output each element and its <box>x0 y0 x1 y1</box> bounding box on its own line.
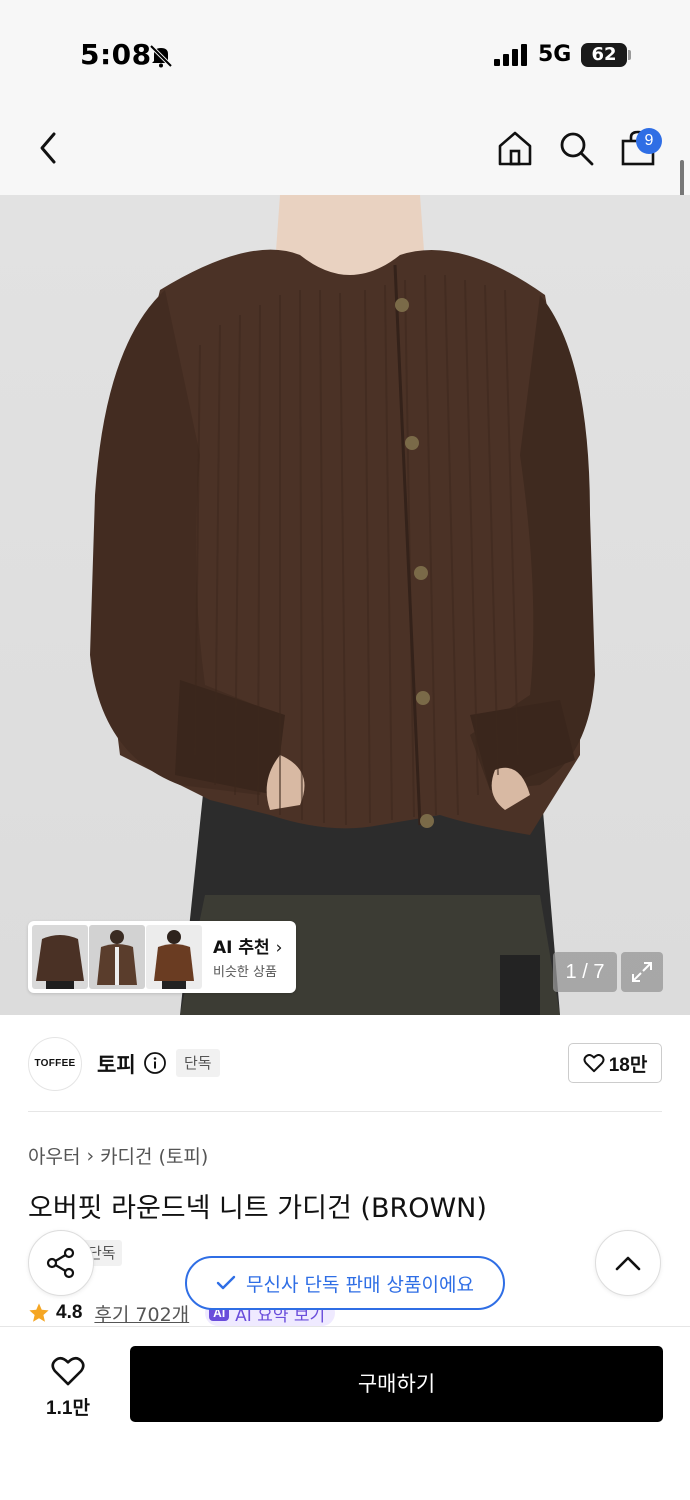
battery-cap <box>628 50 631 60</box>
chevron-up-icon <box>615 1256 641 1271</box>
similar-product-thumb[interactable] <box>32 925 88 989</box>
brand-row: TOFFEE 토피 단독 18만 <box>0 1015 690 1112</box>
exclusive-toast: 무신사 단독 판매 상품이에요 <box>185 1256 505 1310</box>
share-icon <box>46 1247 75 1279</box>
battery-level: 62 <box>591 44 617 65</box>
reviews-link[interactable]: 후기 702개 <box>94 1300 189 1326</box>
ai-reco-title: AI 추천 › <box>213 938 283 958</box>
exclusive-tag: 단독 <box>176 1049 220 1077</box>
breadcrumb-item[interactable]: 카디건 (토피) <box>100 1142 208 1169</box>
product-image-gallery[interactable]: 1 / 7 <box>0 195 690 1015</box>
brand-like-count: 18만 <box>608 1054 648 1076</box>
ai-reco-subtitle: 비슷한 상품 <box>213 965 277 980</box>
product-title: 오버핏 라운드넥 니트 가디건 (BROWN) <box>28 1193 487 1224</box>
home-button[interactable] <box>495 128 535 168</box>
cart-count-badge: 9 <box>636 128 662 154</box>
expand-image-button[interactable] <box>621 952 663 992</box>
toast-message: 무신사 단독 판매 상품이에요 <box>246 1273 474 1296</box>
network-type: 5G <box>538 42 572 67</box>
search-button[interactable] <box>556 128 596 168</box>
chevron-left-icon <box>40 132 56 164</box>
bell-slash-icon <box>149 44 173 68</box>
top-nav <box>0 100 690 195</box>
wishlist-button[interactable]: 1.1만 <box>30 1349 106 1425</box>
share-button[interactable] <box>28 1230 94 1296</box>
status-bar: 5:08 5G 62 <box>0 0 690 100</box>
scroll-top-button[interactable] <box>595 1230 661 1296</box>
chevron-right-icon: › <box>275 938 283 958</box>
search-icon <box>560 132 594 166</box>
image-page-indicator: 1 / 7 <box>553 952 617 992</box>
rating-value: 4.8 <box>56 1302 83 1323</box>
info-icon[interactable] <box>143 1051 167 1075</box>
chevron-right-icon: › <box>86 1144 95 1167</box>
product-photo <box>90 195 595 1015</box>
expand-icon <box>632 962 652 982</box>
back-button[interactable] <box>28 128 68 168</box>
signal-icon <box>494 44 527 66</box>
breadcrumb-item[interactable]: 아우터 <box>28 1142 80 1169</box>
battery-icon: 62 <box>581 43 627 67</box>
bottom-action-bar: 1.1만 구매하기 <box>0 1326 690 1500</box>
brand-like-button[interactable]: 18만 <box>568 1043 662 1083</box>
breadcrumb: 아우터 › 카디건 (토피) <box>28 1142 208 1169</box>
home-icon <box>498 131 532 166</box>
status-time: 5:08 <box>80 38 152 71</box>
similar-product-thumb[interactable] <box>146 925 202 989</box>
heart-icon <box>583 1054 605 1073</box>
buy-button[interactable]: 구매하기 <box>130 1346 663 1422</box>
divider <box>28 1111 662 1112</box>
heart-icon <box>51 1356 85 1385</box>
similar-product-thumb[interactable] <box>89 925 145 989</box>
wishlist-count: 1.1만 <box>46 1397 90 1419</box>
brand-name[interactable]: 토피 <box>97 1049 136 1079</box>
check-icon <box>216 1275 236 1290</box>
star-icon <box>29 1303 49 1322</box>
ai-recommendation-card[interactable]: AI 추천 › 비슷한 상품 <box>28 921 296 993</box>
brand-logo[interactable]: TOFFEE <box>28 1037 82 1091</box>
